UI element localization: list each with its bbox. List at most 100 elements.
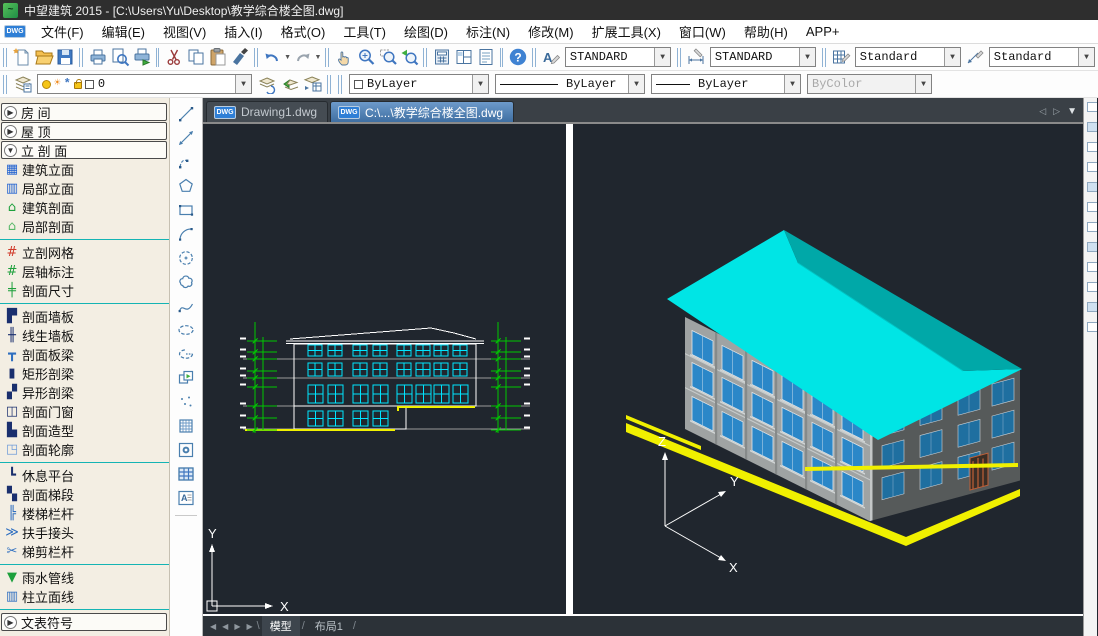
sidebar-item-剖面轮廓[interactable]: ◳剖面轮廓 [0,440,169,459]
sidebar-item-建筑剖面[interactable]: ⌂建筑剖面 [0,198,169,217]
lineweight-dropdown-arrow-icon[interactable]: ▼ [784,75,800,93]
layer-vp-freeze-icon[interactable]: * [64,80,71,89]
modify-tool-icon-4[interactable] [1087,162,1097,172]
tab-scroll-right-icon[interactable]: ▷ [1053,106,1060,117]
menu-item-10[interactable]: 扩展工具(X) [583,20,670,43]
layer-unlock-icon[interactable] [74,82,82,89]
dim-style-icon[interactable] [685,46,707,69]
pan-icon[interactable] [333,46,355,69]
modify-tool-icon-6[interactable] [1087,202,1097,212]
ellipse-arc-icon[interactable] [174,343,198,365]
match-properties-icon[interactable] [229,46,251,69]
polyline-icon[interactable] [174,151,198,173]
layer-dropdown-arrow-icon[interactable]: ▼ [235,75,251,93]
new-file-icon[interactable] [11,46,33,69]
menu-item-2[interactable]: 编辑(E) [93,20,154,43]
document-tab-2[interactable]: DWGC:\...\教学综合楼全图.dwg [330,101,514,122]
undo-icon[interactable] [262,46,284,69]
paste-icon[interactable] [207,46,229,69]
sidebar-item-梯剪栏杆[interactable]: ✂梯剪栏杆 [0,542,169,561]
next-tab-icon[interactable]: ▶ [232,622,242,631]
sidebar-item-剖面墙板[interactable]: ▛剖面墙板 [0,307,169,326]
menu-item-9[interactable]: 修改(M) [519,20,583,43]
sidebar-item-剖面梯段[interactable]: ▚剖面梯段 [0,485,169,504]
sidebar-item-剖面尺寸[interactable]: ╪剖面尺寸 [0,281,169,300]
menu-item-13[interactable]: APP+ [797,20,849,43]
print-preview-icon[interactable] [109,46,131,69]
sidebar-item-雨水管线[interactable]: ▼雨水管线 [0,568,169,587]
modify-tool-icon-2[interactable] [1087,122,1097,132]
revcloud-icon[interactable] [174,271,198,293]
menu-item-8[interactable]: 标注(N) [457,20,519,43]
table-icon[interactable] [174,463,198,485]
help-icon[interactable]: ? [507,46,529,69]
dim-style-combobox[interactable]: STANDARD▼ [710,47,816,67]
redo-icon[interactable] [292,46,314,69]
drawing-canvas[interactable]: YX ZYX [203,122,1083,614]
circle-icon[interactable] [174,247,198,269]
sidebar-item-建筑立面[interactable]: ▦建筑立面 [0,160,169,179]
rectangle-icon[interactable] [174,199,198,221]
layout-tab-布局1[interactable]: 布局1 [307,616,351,636]
zoom-window-icon[interactable] [377,46,399,69]
menu-item-1[interactable]: 文件(F) [32,20,93,43]
text-style-icon[interactable]: A [540,46,562,69]
chevron-right-icon[interactable]: ▶ [4,616,17,629]
mleader-style-dropdown-arrow-icon[interactable]: ▼ [1078,48,1094,66]
modify-tool-icon-8[interactable] [1087,242,1097,252]
sidebar-item-楼梯栏杆[interactable]: ╠楼梯栏杆 [0,504,169,523]
layer-combobox[interactable]: ☀*0▼ [37,74,252,94]
chevron-right-icon[interactable]: ▶ [4,125,17,138]
polygon-icon[interactable] [174,175,198,197]
spline-icon[interactable] [174,295,198,317]
viewport-2d-elevation[interactable]: YX [203,124,566,616]
sidebar-item-剖面板梁[interactable]: ┳剖面板梁 [0,345,169,364]
layer-on-icon[interactable] [42,80,51,89]
color-dropdown-arrow-icon[interactable]: ▼ [472,75,488,93]
table-style-dropdown-arrow-icon[interactable]: ▼ [944,48,960,66]
print-icon[interactable] [87,46,109,69]
menu-item-7[interactable]: 绘图(D) [395,20,457,43]
redo-dropdown-icon[interactable]: ▼ [314,46,323,69]
sidebar-item-层轴标注[interactable]: #层轴标注 [0,262,169,281]
modify-tool-icon-10[interactable] [1087,282,1097,292]
plot-style-combobox[interactable]: ByColor▼ [807,74,932,94]
modify-tool-icon-12[interactable] [1087,322,1097,332]
modify-tool-icon-7[interactable] [1087,222,1097,232]
viewport-3d-model[interactable]: ZYX [573,124,1083,616]
layer-color-swatch[interactable] [85,80,94,89]
undo-dropdown-icon[interactable]: ▼ [283,46,292,69]
layer-translate-icon[interactable] [301,73,324,96]
open-file-icon[interactable] [33,46,55,69]
tab-list-dropdown-icon[interactable]: ▼ [1067,106,1077,117]
mtext-icon[interactable]: A [174,487,198,509]
color-combobox[interactable]: ByLayer▼ [349,74,489,94]
sidebar-item-柱立面线[interactable]: ▥柱立面线 [0,587,169,606]
mleader-style-combobox[interactable]: Standard▼ [989,47,1095,67]
zoom-realtime-icon[interactable] [355,46,377,69]
menu-item-11[interactable]: 窗口(W) [670,20,735,43]
sidebar-group-文表符号[interactable]: ▶文表符号 [1,613,167,631]
layout-tab-模型[interactable]: 模型 [262,616,300,636]
calculator-icon[interactable] [431,46,453,69]
sidebar-item-剖面门窗[interactable]: ◫剖面门窗 [0,402,169,421]
table-style-icon[interactable] [830,46,852,69]
menu-item-5[interactable]: 格式(O) [272,20,335,43]
modify-tool-icon-11[interactable] [1087,302,1097,312]
ellipse-icon[interactable] [174,319,198,341]
sidebar-item-局部剖面[interactable]: ⌂局部剖面 [0,217,169,236]
document-tab-1[interactable]: DWGDrawing1.dwg [206,101,328,122]
sidebar-item-异形剖梁[interactable]: ▞异形剖梁 [0,383,169,402]
dim-style-dropdown-arrow-icon[interactable]: ▼ [799,48,815,66]
last-tab-icon[interactable]: ▶ [244,622,254,631]
properties-list-icon[interactable] [475,46,497,69]
sidebar-item-剖面造型[interactable]: ▙剖面造型 [0,421,169,440]
lineweight-combobox[interactable]: ByLayer▼ [651,74,801,94]
linetype-combobox[interactable]: ByLayer▼ [495,74,645,94]
sidebar-item-扶手接头[interactable]: ≫扶手接头 [0,523,169,542]
text-style-dropdown-arrow-icon[interactable]: ▼ [654,48,670,66]
arc-icon[interactable] [174,223,198,245]
prev-tab-icon[interactable]: ◀ [220,622,230,631]
menu-item-4[interactable]: 插入(I) [215,20,271,43]
layer-properties-icon[interactable] [11,73,34,96]
